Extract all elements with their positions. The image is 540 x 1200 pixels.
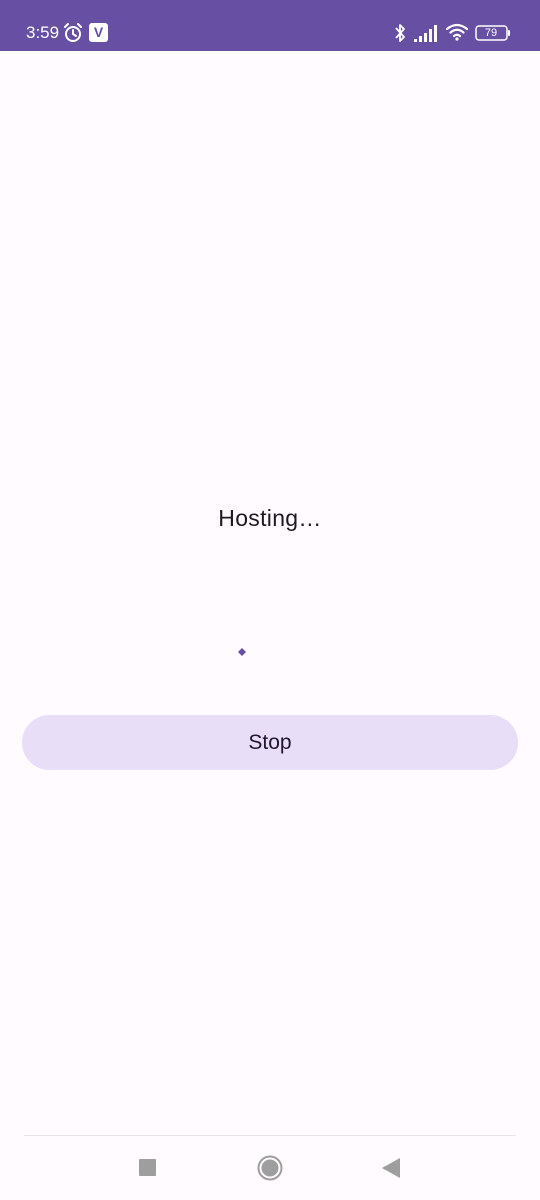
signal-icon bbox=[414, 25, 437, 42]
stop-button[interactable]: Stop bbox=[22, 715, 518, 770]
progress-spinner-icon bbox=[238, 648, 246, 656]
status-time: 3:59 bbox=[26, 23, 60, 42]
home-icon[interactable] bbox=[257, 1155, 283, 1181]
bluetooth-icon bbox=[395, 24, 405, 42]
app-notification-label: V bbox=[93, 24, 104, 40]
status-bar: 3:59 V 79 bbox=[0, 0, 540, 51]
page-title: Hosting… bbox=[218, 505, 322, 531]
alarm-icon bbox=[64, 23, 82, 42]
recents-icon[interactable] bbox=[139, 1159, 156, 1176]
back-icon[interactable] bbox=[381, 1157, 401, 1179]
battery-level: 79 bbox=[484, 27, 498, 39]
nav-divider bbox=[24, 1135, 516, 1136]
app-notification-icon: V bbox=[89, 23, 108, 42]
wifi-icon bbox=[445, 23, 469, 41]
